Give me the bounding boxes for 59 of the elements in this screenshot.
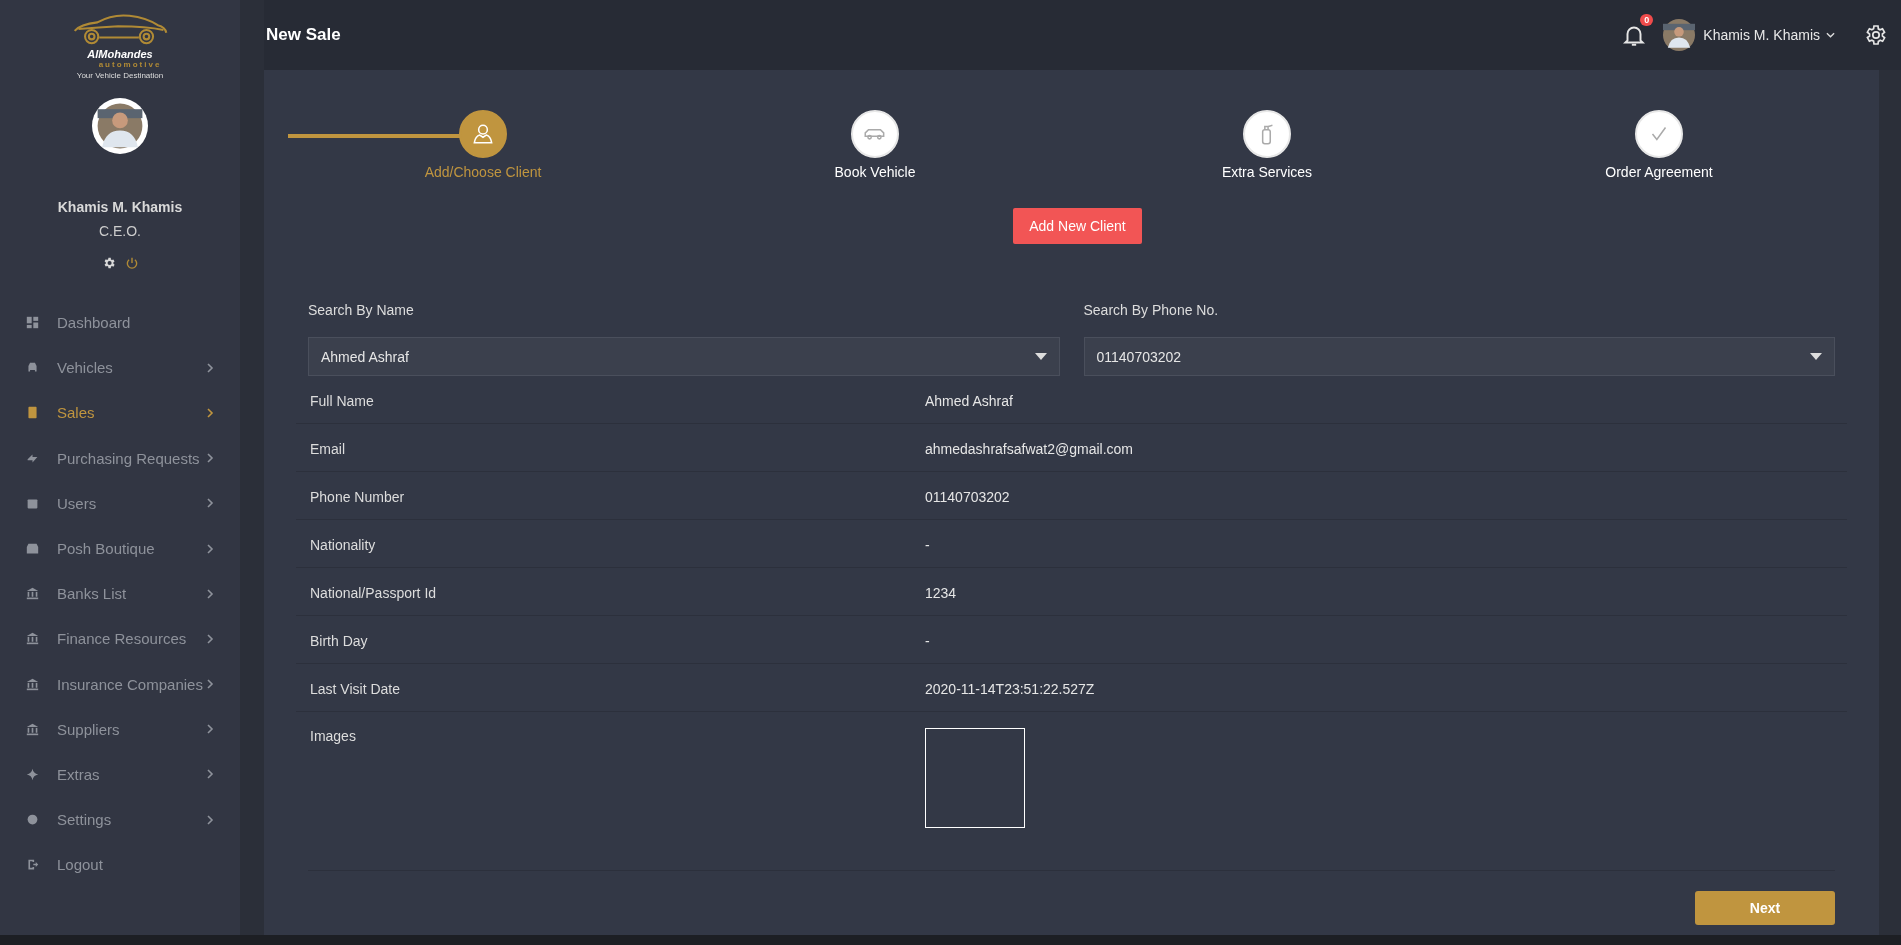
- step-label: Extra Services: [1221, 164, 1313, 180]
- user-menu[interactable]: Khamis M. Khamis: [1703, 27, 1835, 43]
- sidebar-item[interactable]: Sales: [0, 390, 240, 436]
- detail-value: Ahmed Ashraf: [925, 393, 1013, 409]
- image-thumbnail[interactable]: [925, 728, 1025, 828]
- sidebar-item[interactable]: Insurance Companies: [0, 661, 240, 707]
- select-field[interactable]: 01140703202: [1083, 337, 1835, 376]
- profile-name: Khamis M. Khamis: [57, 199, 183, 215]
- detail-label: Nationality: [309, 537, 377, 553]
- detail-label: Last Visit Date: [309, 681, 401, 697]
- detail-value: 1234: [925, 585, 957, 601]
- sidebar-item[interactable]: Extras: [0, 751, 240, 798]
- detail-label: Full Name: [309, 393, 375, 409]
- logout-icon: [26, 858, 39, 872]
- sidebar-item[interactable]: Users: [0, 480, 240, 526]
- dashboard-icon: [26, 316, 39, 330]
- detail-value: -: [925, 633, 930, 649]
- next-button[interactable]: Next: [1695, 891, 1835, 925]
- detail-value: 2020-11-14T23:51:22.527Z: [925, 681, 1095, 697]
- sidebar-item[interactable]: Settings: [0, 797, 240, 843]
- dropdown-arrow-icon: [1034, 353, 1047, 360]
- step-indicator[interactable]: [459, 110, 507, 158]
- detail-label: Images: [309, 728, 357, 744]
- detail-value: ahmedashrafsafwat2@gmail.com: [925, 441, 1133, 457]
- detail-label: National/Passport Id: [309, 585, 438, 601]
- step-label: Book Vehicle: [834, 164, 916, 180]
- profile-role: C.E.O.: [99, 223, 141, 239]
- select-field[interactable]: Ahmed Ashraf: [308, 337, 1060, 376]
- logo-tagline: Your Vehicle Destination: [76, 71, 164, 80]
- sidebar-item[interactable]: Banks List: [0, 571, 240, 617]
- sidebar-item[interactable]: Posh Boutique: [0, 525, 240, 572]
- detail-label: Birth Day: [309, 633, 369, 649]
- bank-icon: [26, 632, 39, 646]
- logo-subtitle: automotive: [98, 60, 162, 69]
- step-label: Order Agreement: [1605, 164, 1713, 180]
- sparkle-icon: [26, 767, 39, 781]
- bank-icon: [26, 722, 39, 736]
- power-icon[interactable]: [124, 256, 139, 270]
- bank-icon: [26, 587, 39, 601]
- dropdown-arrow-icon: [1810, 353, 1822, 360]
- logo-name: AlMohandes: [87, 48, 153, 60]
- sidebar-item[interactable]: Purchasing Requests: [0, 435, 240, 481]
- detail-label: Phone Number: [309, 489, 406, 505]
- add-client-button[interactable]: Add New Client: [1013, 208, 1142, 244]
- notification-count: 0: [1640, 14, 1654, 26]
- caret-icon: [1826, 32, 1835, 38]
- detail-value: 01140703202: [925, 489, 1010, 505]
- detail-value: -: [925, 537, 930, 553]
- bank-icon: [26, 677, 39, 691]
- field-label: Search By Name: [308, 302, 415, 318]
- page-title: New Sale: [266, 25, 341, 45]
- sidebar-item[interactable]: Vehicles: [0, 345, 240, 391]
- field-label: Search By Phone No.: [1083, 302, 1220, 318]
- sidebar-item[interactable]: Suppliers: [0, 706, 240, 752]
- sidebar-item[interactable]: Dashboard: [0, 300, 240, 346]
- sidebar-item[interactable]: Finance Resources: [0, 616, 240, 662]
- sidebar-item[interactable]: Logout: [0, 842, 240, 888]
- step-label: Add/Choose Client: [424, 164, 542, 180]
- detail-label: Email: [309, 441, 346, 457]
